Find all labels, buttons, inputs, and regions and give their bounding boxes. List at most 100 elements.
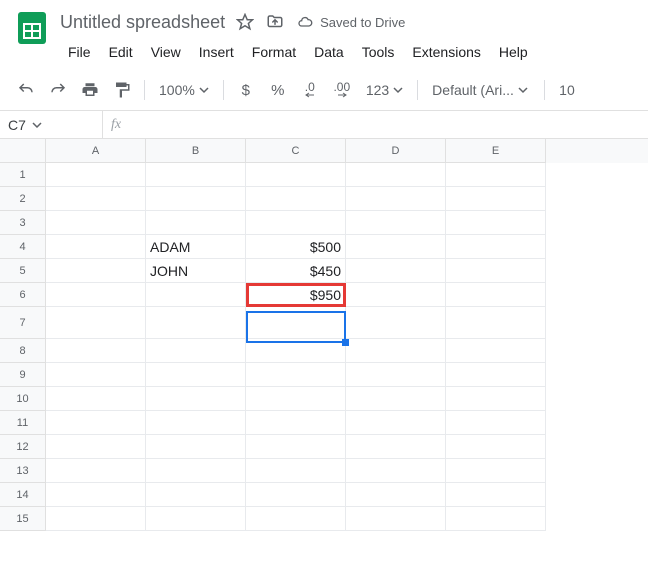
menu-edit[interactable]: Edit [101, 40, 141, 64]
move-icon[interactable] [265, 12, 285, 32]
cell-B5[interactable]: JOHN [146, 259, 246, 283]
cell-A15[interactable] [46, 507, 146, 531]
cell-B7[interactable] [146, 307, 246, 339]
cell-B8[interactable] [146, 339, 246, 363]
cell-E3[interactable] [446, 211, 546, 235]
cell-E1[interactable] [446, 163, 546, 187]
cell-E9[interactable] [446, 363, 546, 387]
cell-C12[interactable] [246, 435, 346, 459]
cell-B11[interactable] [146, 411, 246, 435]
format-currency-button[interactable]: $ [232, 76, 260, 104]
cell-E7[interactable] [446, 307, 546, 339]
cell-C4[interactable]: $500 [246, 235, 346, 259]
cell-C10[interactable] [246, 387, 346, 411]
row-header-7[interactable]: 7 [0, 307, 46, 339]
cell-C5[interactable]: $450 [246, 259, 346, 283]
sheets-logo-icon[interactable] [12, 8, 52, 48]
cell-C8[interactable] [246, 339, 346, 363]
row-header-1[interactable]: 1 [0, 163, 46, 187]
cell-E2[interactable] [446, 187, 546, 211]
cell-A5[interactable] [46, 259, 146, 283]
col-header-D[interactable]: D [346, 139, 446, 163]
row-header-2[interactable]: 2 [0, 187, 46, 211]
cell-A2[interactable] [46, 187, 146, 211]
star-icon[interactable] [235, 12, 255, 32]
row-header-12[interactable]: 12 [0, 435, 46, 459]
cell-C9[interactable] [246, 363, 346, 387]
cell-C2[interactable] [246, 187, 346, 211]
cell-D9[interactable] [346, 363, 446, 387]
cell-B15[interactable] [146, 507, 246, 531]
cell-E12[interactable] [446, 435, 546, 459]
formula-bar-input[interactable] [146, 111, 648, 138]
cell-A1[interactable] [46, 163, 146, 187]
cell-D4[interactable] [346, 235, 446, 259]
cell-A4[interactable] [46, 235, 146, 259]
cell-C13[interactable] [246, 459, 346, 483]
cell-E6[interactable] [446, 283, 546, 307]
cell-E13[interactable] [446, 459, 546, 483]
cell-A11[interactable] [46, 411, 146, 435]
cell-E4[interactable] [446, 235, 546, 259]
cell-C1[interactable] [246, 163, 346, 187]
cell-E10[interactable] [446, 387, 546, 411]
cell-D6[interactable] [346, 283, 446, 307]
menu-data[interactable]: Data [306, 40, 352, 64]
cell-C15[interactable] [246, 507, 346, 531]
decrease-decimal-button[interactable]: .0 [296, 76, 324, 104]
select-all-corner[interactable] [0, 139, 46, 163]
row-header-14[interactable]: 14 [0, 483, 46, 507]
format-percent-button[interactable]: % [264, 76, 292, 104]
row-header-4[interactable]: 4 [0, 235, 46, 259]
cell-B9[interactable] [146, 363, 246, 387]
row-header-8[interactable]: 8 [0, 339, 46, 363]
cell-D11[interactable] [346, 411, 446, 435]
font-size[interactable]: 10 [553, 76, 581, 104]
zoom-dropdown[interactable]: 100% [153, 76, 215, 104]
cell-D10[interactable] [346, 387, 446, 411]
cell-C14[interactable] [246, 483, 346, 507]
document-title[interactable]: Untitled spreadsheet [60, 12, 225, 33]
paint-format-icon[interactable] [108, 76, 136, 104]
cell-B13[interactable] [146, 459, 246, 483]
cell-B1[interactable] [146, 163, 246, 187]
cell-C7[interactable] [246, 307, 346, 339]
cell-C3[interactable] [246, 211, 346, 235]
menu-format[interactable]: Format [244, 40, 304, 64]
cell-D8[interactable] [346, 339, 446, 363]
menu-view[interactable]: View [143, 40, 189, 64]
cell-A13[interactable] [46, 459, 146, 483]
row-header-10[interactable]: 10 [0, 387, 46, 411]
cell-A8[interactable] [46, 339, 146, 363]
cell-C11[interactable] [246, 411, 346, 435]
cell-D15[interactable] [346, 507, 446, 531]
col-header-C[interactable]: C [246, 139, 346, 163]
cell-D13[interactable] [346, 459, 446, 483]
cell-D12[interactable] [346, 435, 446, 459]
cell-D2[interactable] [346, 187, 446, 211]
row-header-3[interactable]: 3 [0, 211, 46, 235]
row-header-13[interactable]: 13 [0, 459, 46, 483]
row-header-6[interactable]: 6 [0, 283, 46, 307]
cell-A12[interactable] [46, 435, 146, 459]
cell-A9[interactable] [46, 363, 146, 387]
menu-insert[interactable]: Insert [191, 40, 242, 64]
cell-E11[interactable] [446, 411, 546, 435]
font-dropdown[interactable]: Default (Ari... [426, 76, 536, 104]
cell-B6[interactable] [146, 283, 246, 307]
col-header-B[interactable]: B [146, 139, 246, 163]
cell-B14[interactable] [146, 483, 246, 507]
redo-icon[interactable] [44, 76, 72, 104]
menu-tools[interactable]: Tools [354, 40, 403, 64]
cell-A14[interactable] [46, 483, 146, 507]
cell-D1[interactable] [346, 163, 446, 187]
row-header-9[interactable]: 9 [0, 363, 46, 387]
cell-E5[interactable] [446, 259, 546, 283]
col-header-E[interactable]: E [446, 139, 546, 163]
cell-A3[interactable] [46, 211, 146, 235]
cell-A10[interactable] [46, 387, 146, 411]
menu-help[interactable]: Help [491, 40, 536, 64]
cell-B2[interactable] [146, 187, 246, 211]
cell-D5[interactable] [346, 259, 446, 283]
more-formats-dropdown[interactable]: 123 [360, 76, 409, 104]
